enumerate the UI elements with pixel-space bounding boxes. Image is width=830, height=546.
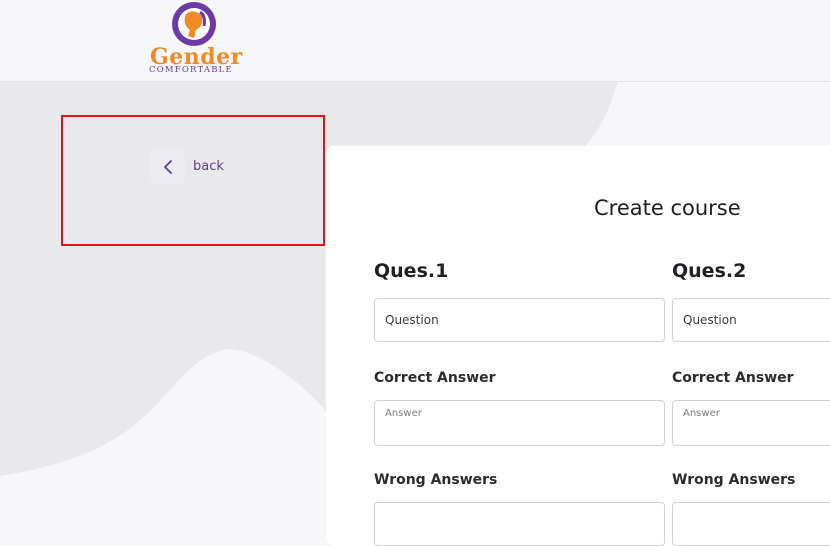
question-2-input-box[interactable] xyxy=(672,298,830,342)
question-1-wrong-label: Wrong Answers xyxy=(374,472,498,488)
question-2-correct-label: Correct Answer xyxy=(672,370,794,386)
question-2-wrong-answer-box[interactable] xyxy=(672,502,830,546)
question-1-correct-label: Correct Answer xyxy=(374,370,496,386)
question-1-title: Ques.1 xyxy=(374,260,449,282)
app-header: Gender COMFORTABLE xyxy=(0,0,830,82)
back-button-box[interactable] xyxy=(150,149,185,184)
question-2-title: Ques.2 xyxy=(672,260,747,282)
question-2-answer-box[interactable] xyxy=(672,400,830,446)
back-button[interactable]: back xyxy=(150,149,224,184)
logo-emblem-icon xyxy=(172,2,216,46)
logo-tagline: COMFORTABLE xyxy=(149,65,233,75)
question-1-input[interactable] xyxy=(375,299,664,341)
question-1-wrong-answer-box[interactable] xyxy=(374,502,665,546)
page-title: Create course xyxy=(594,196,741,220)
question-2-input[interactable] xyxy=(673,299,830,341)
question-1-input-box[interactable] xyxy=(374,298,665,342)
question-1-answer-field[interactable] xyxy=(375,401,664,445)
question-2-answer-field[interactable] xyxy=(673,401,830,445)
chevron-left-icon xyxy=(163,159,172,174)
back-label[interactable]: back xyxy=(193,159,224,174)
question-2-wrong-label: Wrong Answers xyxy=(672,472,796,488)
brand-logo[interactable]: Gender COMFORTABLE xyxy=(148,0,242,80)
question-1-answer-box[interactable] xyxy=(374,400,665,446)
